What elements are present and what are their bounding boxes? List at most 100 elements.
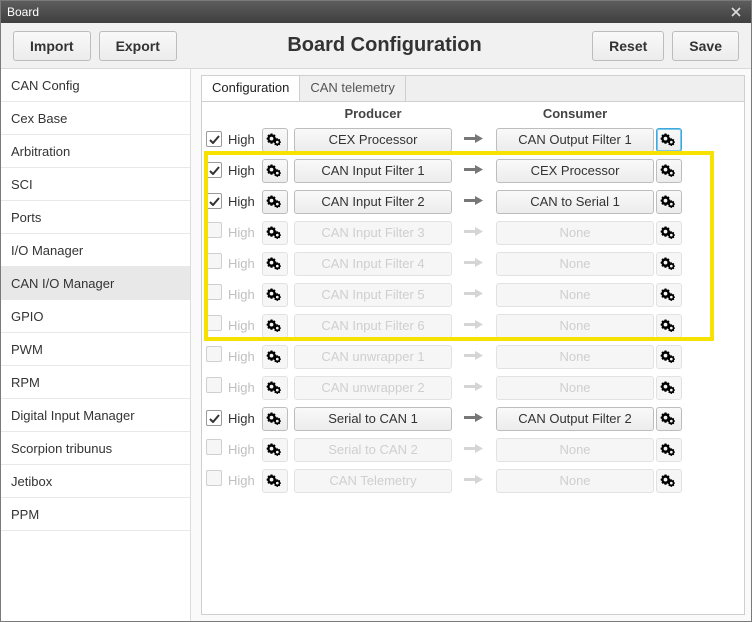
table-row: HighCAN Input Filter 3None xyxy=(202,217,744,248)
priority-label: High xyxy=(228,349,255,364)
sidebar-item[interactable]: Jetibox xyxy=(1,465,190,498)
enable-checkbox xyxy=(206,284,222,300)
producer-select: CAN Input Filter 6 xyxy=(294,314,452,338)
enable-checkbox[interactable] xyxy=(206,162,222,178)
table-row: High CAN Input Filter 4 None xyxy=(202,248,744,279)
arrow-right-icon xyxy=(454,317,494,335)
producer-select: CAN Input Filter 4 xyxy=(294,252,452,276)
producer-select: CAN Telemetry xyxy=(294,469,452,493)
producer-settings-icon[interactable] xyxy=(262,190,288,214)
consumer-select[interactable]: CAN to Serial 1 xyxy=(496,190,654,214)
export-button[interactable]: Export xyxy=(99,31,177,61)
consumer-select[interactable]: CEX Processor xyxy=(496,159,654,183)
sidebar-item[interactable]: RPM xyxy=(1,366,190,399)
enable-checkbox[interactable] xyxy=(206,410,222,426)
sidebar: CAN ConfigCex BaseArbitrationSCIPortsI/O… xyxy=(1,69,191,621)
enable-checkbox xyxy=(206,346,222,362)
reset-button[interactable]: Reset xyxy=(592,31,664,61)
arrow-right-icon xyxy=(454,286,494,304)
sidebar-item[interactable]: Ports xyxy=(1,201,190,234)
producer-settings-icon[interactable] xyxy=(262,159,288,183)
producer-select[interactable]: CAN Input Filter 1 xyxy=(294,159,452,183)
header-producer: Producer xyxy=(292,106,454,121)
priority-label: High xyxy=(228,194,255,209)
sidebar-item[interactable]: Digital Input Manager xyxy=(1,399,190,432)
priority-label: High xyxy=(228,132,255,147)
table-row: HighCAN Input Filter 1CEX Processor xyxy=(202,155,744,186)
producer-settings-icon xyxy=(262,221,288,245)
tab[interactable]: CAN telemetry xyxy=(300,76,406,101)
consumer-select: None xyxy=(496,252,654,276)
table-row: High CAN Telemetry None xyxy=(202,465,744,496)
close-icon[interactable] xyxy=(727,4,745,20)
tabstrip: ConfigurationCAN telemetry xyxy=(201,75,745,101)
sidebar-item[interactable]: I/O Manager xyxy=(1,234,190,267)
consumer-settings-icon xyxy=(656,314,682,338)
sidebar-item[interactable]: Scorpion tribunus xyxy=(1,432,190,465)
arrow-right-icon xyxy=(454,379,494,397)
sidebar-item[interactable]: CAN Config xyxy=(1,69,190,102)
consumer-settings-icon xyxy=(656,469,682,493)
window-titlebar: Board xyxy=(1,1,751,23)
table-row: HighCAN Input Filter 6None xyxy=(202,310,744,341)
consumer-select[interactable]: CAN Output Filter 1 xyxy=(496,128,654,152)
consumer-settings-icon xyxy=(656,252,682,276)
consumer-settings-icon xyxy=(656,438,682,462)
consumer-select[interactable]: CAN Output Filter 2 xyxy=(496,407,654,431)
producer-settings-icon[interactable] xyxy=(262,407,288,431)
producer-settings-icon[interactable] xyxy=(262,128,288,152)
import-button[interactable]: Import xyxy=(13,31,91,61)
sidebar-item[interactable]: CAN I/O Manager xyxy=(1,267,190,300)
priority-label: High xyxy=(228,411,255,426)
arrow-right-icon xyxy=(454,162,494,180)
consumer-settings-icon xyxy=(656,283,682,307)
arrow-right-icon xyxy=(454,255,494,273)
producer-settings-icon xyxy=(262,376,288,400)
table-row: HighSerial to CAN 2None xyxy=(202,434,744,465)
enable-checkbox[interactable] xyxy=(206,131,222,147)
producer-settings-icon xyxy=(262,438,288,462)
consumer-settings-icon[interactable] xyxy=(656,159,682,183)
header-consumer: Consumer xyxy=(494,106,656,121)
arrow-right-icon xyxy=(454,472,494,490)
producer-settings-icon xyxy=(262,345,288,369)
arrow-right-icon xyxy=(454,224,494,242)
producer-select: CAN unwrapper 2 xyxy=(294,376,452,400)
producer-select[interactable]: CEX Processor xyxy=(294,128,452,152)
producer-settings-icon xyxy=(262,252,288,276)
producer-settings-icon xyxy=(262,314,288,338)
consumer-settings-icon[interactable] xyxy=(656,407,682,431)
priority-label: High xyxy=(228,473,255,488)
consumer-settings-icon[interactable] xyxy=(656,128,682,152)
consumer-select: None xyxy=(496,345,654,369)
priority-label: High xyxy=(228,287,255,302)
sidebar-item[interactable]: PWM xyxy=(1,333,190,366)
sidebar-item[interactable]: GPIO xyxy=(1,300,190,333)
table-row: HighCAN unwrapper 2None xyxy=(202,372,744,403)
priority-label: High xyxy=(228,442,255,457)
priority-label: High xyxy=(228,380,255,395)
producer-select: CAN unwrapper 1 xyxy=(294,345,452,369)
enable-checkbox xyxy=(206,315,222,331)
enable-checkbox xyxy=(206,470,222,486)
consumer-select: None xyxy=(496,469,654,493)
consumer-select: None xyxy=(496,438,654,462)
sidebar-item[interactable]: SCI xyxy=(1,168,190,201)
consumer-settings-icon[interactable] xyxy=(656,190,682,214)
sidebar-item[interactable]: Cex Base xyxy=(1,102,190,135)
save-button[interactable]: Save xyxy=(672,31,739,61)
toolbar: Import Export Board Configuration Reset … xyxy=(1,23,751,69)
page-title: Board Configuration xyxy=(181,34,588,57)
table-header: Producer Consumer xyxy=(202,102,744,124)
config-panel[interactable]: Producer Consumer High CEX Processor CAN O… xyxy=(202,102,744,614)
priority-label: High xyxy=(228,256,255,271)
producer-select[interactable]: Serial to CAN 1 xyxy=(294,407,452,431)
enable-checkbox[interactable] xyxy=(206,193,222,209)
sidebar-item[interactable]: Arbitration xyxy=(1,135,190,168)
sidebar-item[interactable]: PPM xyxy=(1,498,190,531)
arrow-right-icon xyxy=(454,348,494,366)
priority-label: High xyxy=(228,225,255,240)
tab[interactable]: Configuration xyxy=(202,76,300,101)
producer-select[interactable]: CAN Input Filter 2 xyxy=(294,190,452,214)
producer-select: CAN Input Filter 5 xyxy=(294,283,452,307)
